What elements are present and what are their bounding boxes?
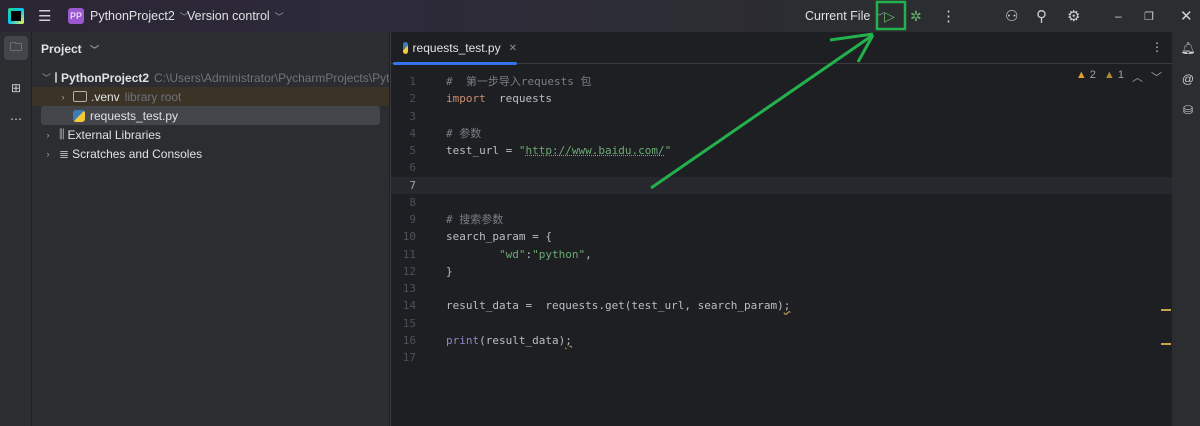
annotation-highlight-box <box>875 0 907 31</box>
annotation-arrow <box>650 33 874 190</box>
annotation-overlay <box>650 0 907 190</box>
